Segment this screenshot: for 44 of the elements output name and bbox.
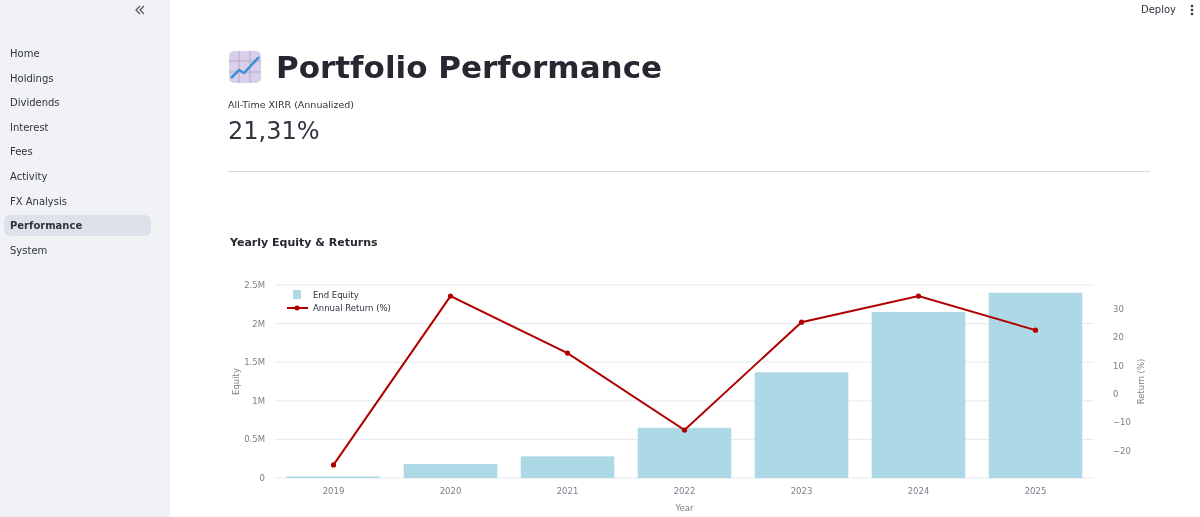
- axis-tick-label: 2019: [322, 486, 345, 496]
- axis-tick-label: 10: [1113, 360, 1124, 371]
- legend-label[interactable]: End Equity: [313, 290, 359, 300]
- sidebar-item[interactable]: System: [4, 239, 151, 261]
- axis-tick-label: 0: [259, 473, 265, 483]
- sidebar-item[interactable]: Performance: [4, 215, 151, 237]
- axis-tick-label: −20: [1113, 445, 1131, 456]
- axis-tick-label: 2M: [252, 318, 265, 329]
- axis-tick-label: 20: [1113, 332, 1124, 343]
- double-chevron-left-icon: [135, 5, 145, 15]
- axis-tick-label: −10: [1113, 417, 1131, 428]
- axis-tick-label: 2021: [556, 486, 579, 496]
- axis-tick-label: 2.5M: [244, 280, 265, 290]
- axis-tick-label: 2024: [907, 486, 930, 496]
- sidebar-item[interactable]: FX Analysis: [4, 190, 151, 212]
- axis-title: Equity: [231, 368, 241, 395]
- axis-tick-label: 1.5M: [244, 357, 265, 368]
- deploy-button[interactable]: Deploy: [1141, 4, 1176, 15]
- sidebar-item[interactable]: Home: [4, 43, 151, 64]
- legend-line-icon: [286, 305, 309, 311]
- axis-tick-label: 0.5M: [244, 434, 265, 445]
- page-title: Portfolio Performance: [276, 49, 663, 85]
- sidebar-item[interactable]: Activity: [4, 165, 151, 187]
- chart-increasing-icon: [228, 50, 262, 84]
- axis-tick-label: 2020: [439, 486, 462, 496]
- metric-value: 21,31%: [228, 117, 321, 145]
- sidebar-item[interactable]: Interest: [4, 116, 151, 138]
- chart-heading: Yearly Equity & Returns: [230, 236, 379, 249]
- axis-title: Return (%): [1136, 358, 1146, 405]
- sidebar-item[interactable]: Dividends: [4, 92, 151, 114]
- legend-swatch: [293, 290, 301, 299]
- metric-label: All-Time XIRR (Annualized): [228, 99, 356, 110]
- collapse-sidebar-button[interactable]: [133, 3, 147, 17]
- axis-tick-label: 1M: [252, 395, 265, 406]
- legend-label[interactable]: Annual Return (%): [313, 303, 391, 313]
- sidebar-item[interactable]: Holdings: [4, 67, 151, 89]
- axis-title: Year: [675, 503, 694, 513]
- axis-tick-label: 2025: [1024, 486, 1047, 496]
- sidebar-item[interactable]: Fees: [4, 141, 151, 163]
- axis-tick-label: 30: [1113, 303, 1124, 314]
- axis-tick-label: 0: [1113, 389, 1119, 399]
- more-menu-icon[interactable]: [1190, 3, 1194, 16]
- axis-tick-label: 2022: [673, 486, 696, 496]
- axis-tick-label: 2023: [790, 486, 813, 496]
